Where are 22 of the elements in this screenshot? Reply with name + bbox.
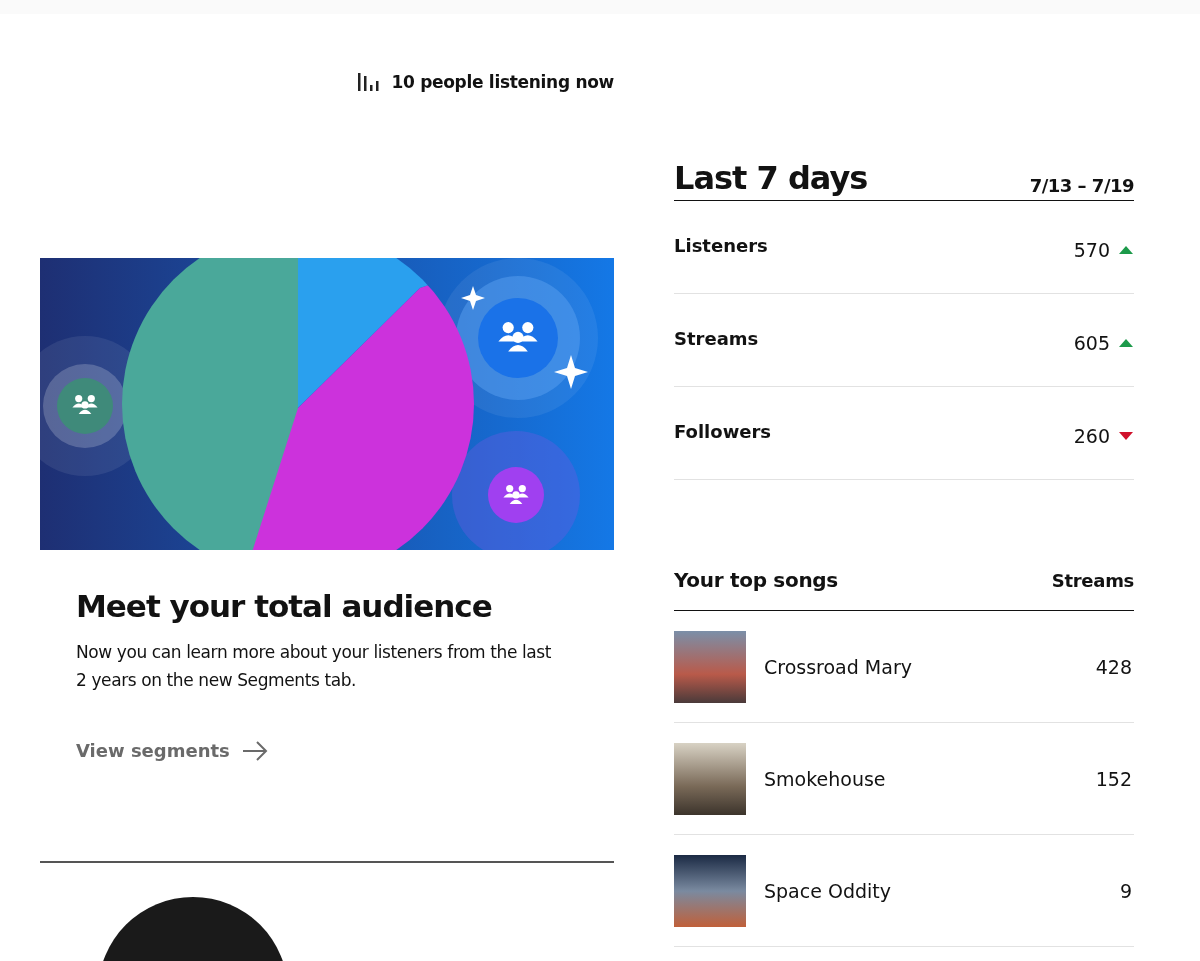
top-songs-title: Your top songs xyxy=(674,568,838,592)
stat-value: 605 xyxy=(1073,332,1110,354)
promo-title: Meet your total audience xyxy=(76,588,493,624)
stream-count: 428 xyxy=(1095,655,1132,678)
stream-count: 9 xyxy=(1119,879,1132,902)
stat-value: 570 xyxy=(1073,239,1110,261)
stat-value: 260 xyxy=(1073,425,1110,447)
stat-label: Streams xyxy=(674,328,759,351)
arrow-right-icon xyxy=(241,740,268,761)
stat-label: Followers xyxy=(674,421,772,444)
stats-title: Last 7 days xyxy=(674,160,868,196)
view-segments-link[interactable]: View segments xyxy=(76,740,268,761)
song-title: Smokehouse xyxy=(764,767,887,790)
song-title: Crossroad Mary xyxy=(764,655,913,678)
stream-count: 152 xyxy=(1095,767,1132,790)
listening-now-text: 10 people listening now xyxy=(391,72,614,92)
stat-label: Listeners xyxy=(674,235,768,258)
bar-chart-icon xyxy=(357,73,380,91)
date-range: 7/13 – 7/19 xyxy=(1029,175,1134,196)
promo-description: Now you can learn more about your listeners from the last 2 years on the new Segments tab. xyxy=(76,641,553,692)
song-title: Space Oddity xyxy=(764,879,892,902)
column-header: Streams xyxy=(1051,569,1134,591)
